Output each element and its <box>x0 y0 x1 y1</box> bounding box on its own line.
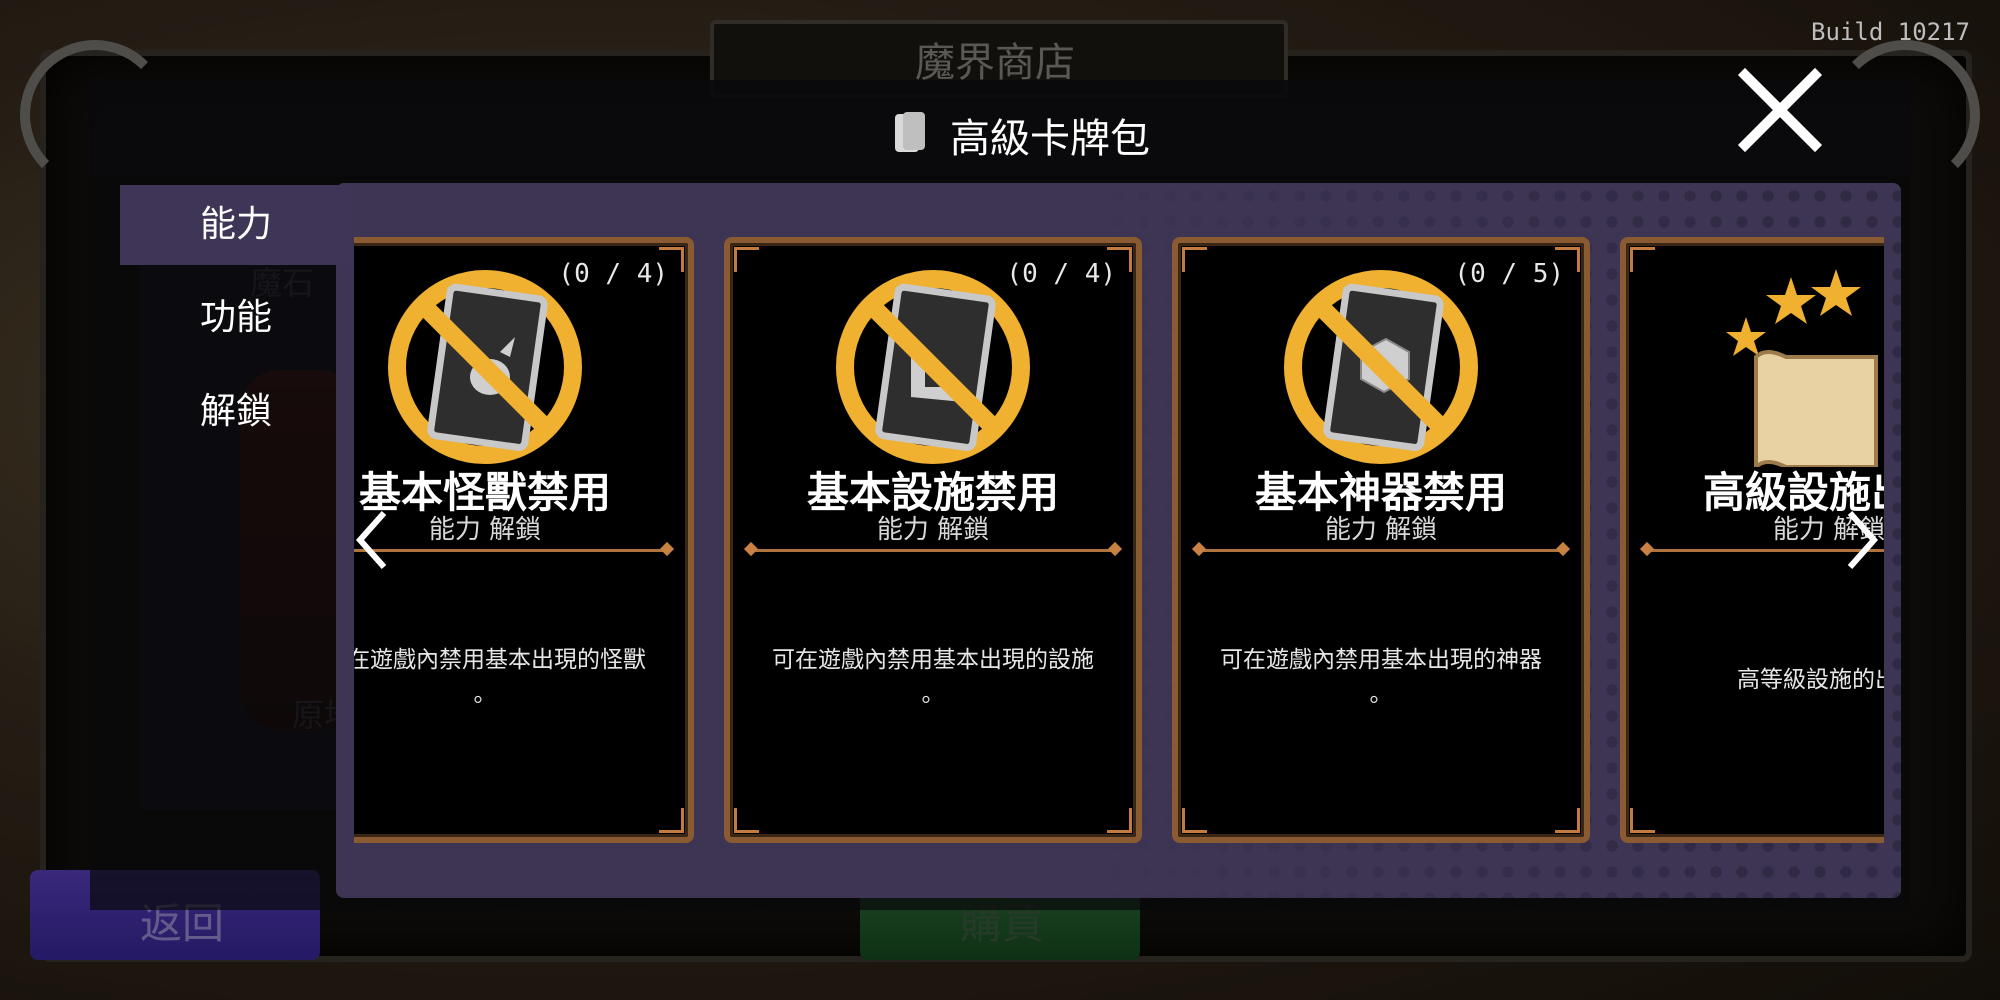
card-description: 高等級設施的出現 <box>1636 663 1884 697</box>
card-corner <box>1630 247 1655 272</box>
card-corner <box>734 247 759 272</box>
card-description: 可在遊戲內禁用基本出現的神器 。 <box>1188 643 1574 711</box>
card-subtitle: 能力 解鎖 <box>876 515 990 545</box>
card-basic-facility-ban[interactable]: (0 / 4) 基本設施禁用 能力 解鎖 可在遊戲內禁用基本出現的設施 。 <box>724 237 1142 843</box>
card-description-line: 。 <box>921 681 945 707</box>
build-label: Build 10217 <box>1811 18 1970 46</box>
card-corner <box>659 808 684 833</box>
tab-function[interactable]: 功能 <box>120 278 350 358</box>
card-subtitle: 能力 解鎖 <box>428 515 542 545</box>
card-basic-artifact-ban[interactable]: (0 / 5) 基本神器禁用 能力 解鎖 可在遊戲內禁用基本出現的神器 。 <box>1172 237 1590 843</box>
card-description: 可在遊戲內禁用基本出現的設施 。 <box>740 643 1126 711</box>
modal-title: 高級卡牌包 <box>950 116 1150 162</box>
category-tabs: 能力 功能 解鎖 <box>120 180 350 900</box>
card-corner <box>1182 808 1207 833</box>
card-corner <box>1107 808 1132 833</box>
chevron-right-icon[interactable] <box>1842 505 1882 575</box>
card-divider <box>354 549 668 552</box>
card-description-line: 可在遊戲內禁用基本出現的設施 <box>772 647 1094 673</box>
card-corner <box>1630 808 1655 833</box>
ban-artifact-card-icon <box>1284 270 1478 464</box>
card-description-line: 。 <box>473 681 497 707</box>
ban-facility-card-icon <box>836 270 1030 464</box>
card-subtitle: 能力 解鎖 <box>1324 515 1438 545</box>
ban-monster-card-icon <box>388 270 582 464</box>
card-description-line: 可在遊戲內禁用基本出現的怪獸 <box>354 647 646 673</box>
card-basic-monster-ban[interactable]: (0 / 4) 基本怪獸禁用 能力 解鎖 可在遊戲內禁用基本出現的怪獸 。 <box>354 237 694 843</box>
card-corner <box>734 808 759 833</box>
close-icon[interactable] <box>1735 65 1825 155</box>
card-pack-icon <box>895 112 925 152</box>
card-description-line: 可在遊戲內禁用基本出現的神器 <box>1220 647 1542 673</box>
card-corner <box>1182 247 1207 272</box>
card-corner <box>1555 808 1580 833</box>
tab-unlock[interactable]: 解鎖 <box>120 372 350 452</box>
card-description-line: 高等級設施的出現 <box>1737 667 1884 693</box>
cards-carousel: (0 / 4) 基本怪獸禁用 能力 解鎖 可在遊戲內禁用基本出現的怪獸 。 (0… <box>354 235 1884 845</box>
card-divider <box>750 549 1116 552</box>
card-divider <box>1198 549 1564 552</box>
card-description-line: 。 <box>1369 681 1393 707</box>
tab-ability[interactable]: 能力 <box>120 185 350 265</box>
scroll-stars-icon <box>1726 269 1878 467</box>
card-description: 可在遊戲內禁用基本出現的怪獸 。 <box>354 643 678 711</box>
chevron-left-icon[interactable] <box>352 505 392 575</box>
